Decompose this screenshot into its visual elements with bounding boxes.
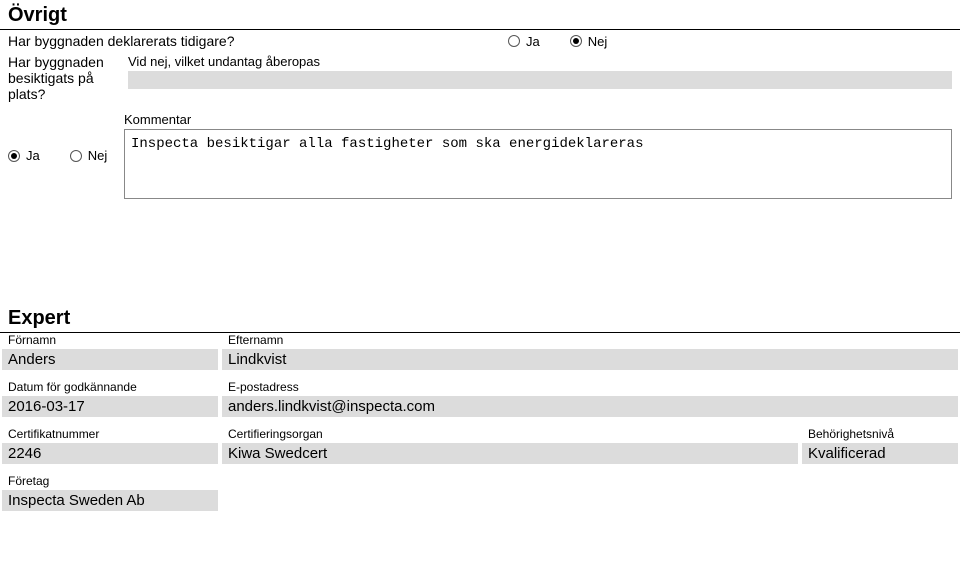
radio-icon — [70, 150, 82, 162]
fornamn-label: Förnamn — [2, 333, 218, 349]
organ-label: Certifieringsorgan — [222, 427, 798, 443]
q1-radio-nej[interactable]: Nej — [570, 34, 608, 49]
efternamn-label: Efternamn — [222, 333, 958, 349]
q2-exception-label: Vid nej, vilket undantag åberopas — [128, 54, 952, 69]
section-title-ovrigt: Övrigt — [0, 0, 960, 30]
q3-ja-label: Ja — [26, 148, 40, 163]
niva-label: Behörighetsnivå — [802, 427, 958, 443]
radio-icon — [570, 35, 582, 47]
foretag-cell: Företag Inspecta Sweden Ab — [0, 474, 220, 511]
radio-icon — [8, 150, 20, 162]
efternamn-value: Lindkvist — [222, 349, 958, 370]
q2-label: Har byggnaden besiktigats på plats? — [8, 54, 128, 102]
section-title-expert: Expert — [0, 303, 960, 333]
organ-value: Kiwa Swedcert — [222, 443, 798, 464]
radio-icon — [508, 35, 520, 47]
q2-exception-input[interactable] — [128, 71, 952, 89]
cert-cell: Certifikatnummer 2246 — [0, 427, 220, 464]
q3-radio-ja[interactable]: Ja — [8, 148, 40, 163]
fornamn-value: Anders — [2, 349, 218, 370]
niva-value: Kvalificerad — [802, 443, 958, 464]
q3-radio-nej[interactable]: Nej — [70, 148, 108, 163]
datum-label: Datum för godkännande — [2, 380, 218, 396]
efternamn-cell: Efternamn Lindkvist — [220, 333, 960, 370]
datum-value: 2016-03-17 — [2, 396, 218, 417]
datum-cell: Datum för godkännande 2016-03-17 — [0, 380, 220, 417]
cert-value: 2246 — [2, 443, 218, 464]
q1-radio-ja[interactable]: Ja — [508, 34, 540, 49]
organ-cell: Certifieringsorgan Kiwa Swedcert — [220, 427, 800, 464]
q3-nej-label: Nej — [88, 148, 108, 163]
q1-nej-label: Nej — [588, 34, 608, 49]
kommentar-label: Kommentar — [124, 112, 952, 127]
foretag-label: Företag — [2, 474, 218, 490]
q1-label: Har byggnaden deklarerats tidigare? — [8, 33, 508, 49]
foretag-value: Inspecta Sweden Ab — [2, 490, 218, 511]
niva-cell: Behörighetsnivå Kvalificerad — [800, 427, 960, 464]
epost-value: anders.lindkvist@inspecta.com — [222, 396, 958, 417]
cert-label: Certifikatnummer — [2, 427, 218, 443]
kommentar-textarea[interactable]: Inspecta besiktigar alla fastigheter som… — [124, 129, 952, 199]
epost-cell: E-postadress anders.lindkvist@inspecta.c… — [220, 380, 960, 417]
fornamn-cell: Förnamn Anders — [0, 333, 220, 370]
epost-label: E-postadress — [222, 380, 958, 396]
q1-ja-label: Ja — [526, 34, 540, 49]
